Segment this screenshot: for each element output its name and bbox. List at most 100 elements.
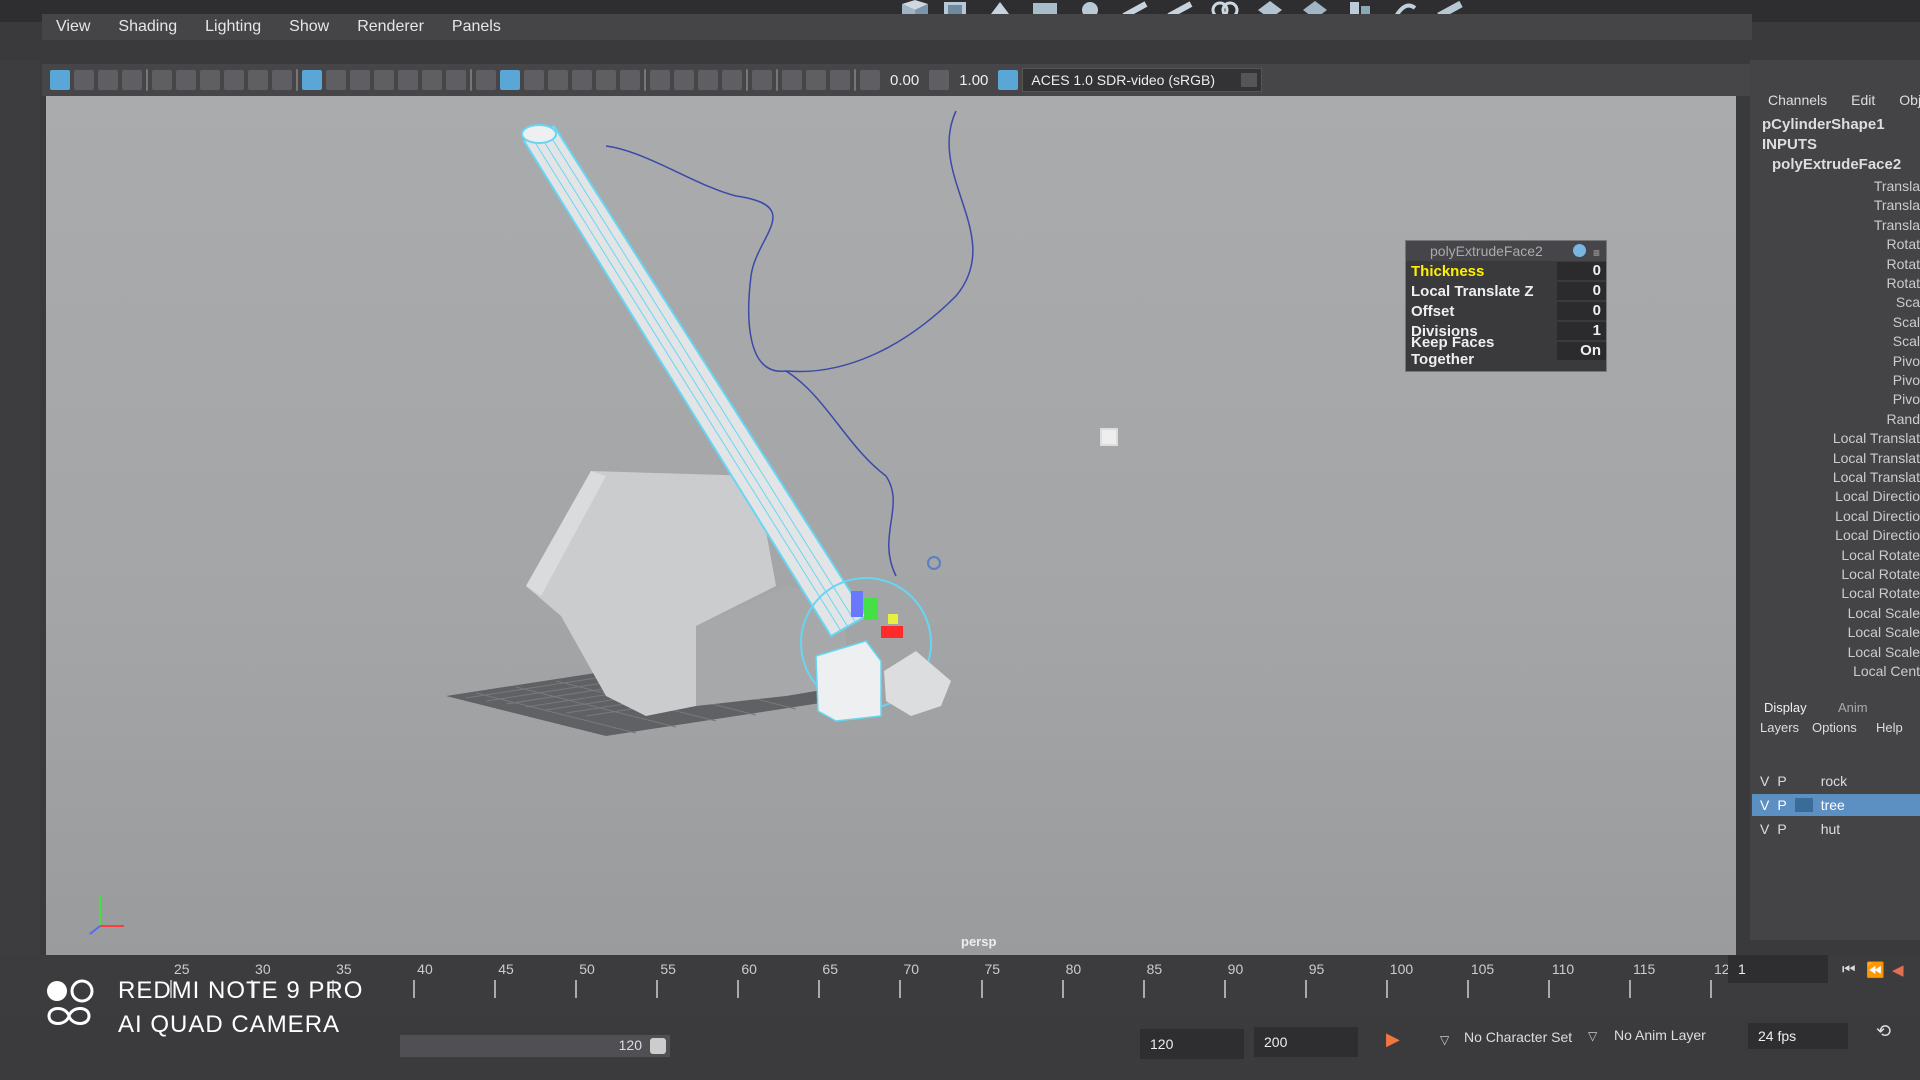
- menu-panels[interactable]: Panels: [452, 18, 501, 36]
- range-slider-handle[interactable]: [650, 1038, 666, 1054]
- manipulator-x-handle[interactable]: [881, 626, 903, 638]
- safe-title-icon[interactable]: [446, 70, 466, 90]
- menu-show[interactable]: Show: [289, 18, 329, 36]
- hud-value[interactable]: 0: [1557, 302, 1606, 320]
- resolution-gate-icon[interactable]: [350, 70, 370, 90]
- fps-dropdown[interactable]: 24 fps: [1748, 1023, 1848, 1049]
- xray-icon[interactable]: [782, 70, 802, 90]
- channel-attribute[interactable]: Local Translat: [1833, 430, 1920, 446]
- manipulator-y-handle[interactable]: [864, 598, 878, 620]
- hud-row-offset[interactable]: Offset 0: [1406, 301, 1606, 321]
- layer-name[interactable]: rock: [1821, 773, 1847, 789]
- layer-row-rock[interactable]: V P rock: [1752, 770, 1920, 792]
- channel-attribute[interactable]: Pivo: [1893, 353, 1920, 369]
- channel-attribute[interactable]: Pivo: [1893, 391, 1920, 407]
- channel-attribute[interactable]: Pivo: [1893, 372, 1920, 388]
- channel-attribute[interactable]: Sca: [1896, 294, 1920, 310]
- hud-value[interactable]: On: [1557, 342, 1606, 360]
- manipulator-center-handle[interactable]: [888, 614, 898, 624]
- bookmark-flag-icon[interactable]: [224, 70, 244, 90]
- layer-row-tree[interactable]: V P tree: [1752, 794, 1920, 816]
- playback-end-field[interactable]: 120: [1140, 1029, 1244, 1059]
- hud-value[interactable]: 0: [1557, 262, 1606, 280]
- layer-playback-toggle[interactable]: P: [1777, 797, 1786, 813]
- layer-visibility-toggle[interactable]: V: [1760, 797, 1769, 813]
- channel-attribute[interactable]: Local Rotate: [1841, 566, 1920, 582]
- range-slider[interactable]: 120: [400, 1035, 670, 1057]
- channel-attribute[interactable]: Local Scale: [1848, 624, 1920, 640]
- camera-lock-icon[interactable]: [176, 70, 196, 90]
- wireframe-on-shaded-icon[interactable]: [548, 70, 568, 90]
- xray-joints-icon[interactable]: [830, 70, 850, 90]
- viewport-persp[interactable]: persp: [46, 96, 1736, 956]
- field-chart-icon[interactable]: [398, 70, 418, 90]
- settings-icon[interactable]: [1573, 244, 1586, 257]
- shadows-icon[interactable]: [620, 70, 640, 90]
- menu-shading[interactable]: Shading: [118, 18, 177, 36]
- current-frame-field[interactable]: 1: [1728, 955, 1828, 983]
- layer-name[interactable]: hut: [1821, 821, 1840, 837]
- tab-display[interactable]: Display: [1764, 700, 1807, 715]
- exposure-icon[interactable]: [860, 70, 880, 90]
- exposure-value[interactable]: 0.00: [884, 72, 925, 89]
- manipulator-z-handle[interactable]: [851, 591, 863, 617]
- menu-icon[interactable]: ≡: [1593, 243, 1600, 263]
- layer-playback-toggle[interactable]: P: [1777, 773, 1786, 789]
- xray-active-icon[interactable]: [806, 70, 826, 90]
- color-space-dropdown[interactable]: ACES 1.0 SDR-video (sRGB): [1022, 68, 1263, 92]
- go-to-start-icon[interactable]: ⏮: [1842, 961, 1856, 978]
- layer-visibility-toggle[interactable]: V: [1760, 821, 1769, 837]
- loop-icon[interactable]: ⟲: [1876, 1021, 1891, 1042]
- wireframe-icon[interactable]: [476, 70, 496, 90]
- view-transform-icon[interactable]: [998, 70, 1019, 90]
- character-set-dropdown[interactable]: No Character Set: [1464, 1029, 1572, 1045]
- depth-of-field-icon[interactable]: [722, 70, 742, 90]
- channel-attribute[interactable]: Local Directio: [1835, 488, 1920, 504]
- layer-playback-toggle[interactable]: P: [1777, 821, 1786, 837]
- step-back-icon[interactable]: ⏪: [1866, 961, 1885, 979]
- channel-attribute[interactable]: Local Directio: [1835, 508, 1920, 524]
- default-material-icon[interactable]: [524, 70, 544, 90]
- chevron-down-icon[interactable]: [1241, 73, 1258, 87]
- grid-icon[interactable]: [302, 70, 322, 90]
- camera-sequence-icon[interactable]: [200, 70, 220, 90]
- ambient-occlusion-icon[interactable]: [650, 70, 670, 90]
- safe-action-icon[interactable]: [422, 70, 442, 90]
- gamma-icon[interactable]: [929, 70, 950, 90]
- gate-mask-icon[interactable]: [374, 70, 394, 90]
- anti-aliasing-icon[interactable]: [698, 70, 718, 90]
- menu-channels[interactable]: Channels: [1768, 92, 1827, 108]
- channel-attribute[interactable]: Rotat: [1887, 275, 1920, 291]
- menu-edit[interactable]: Edit: [1851, 92, 1875, 108]
- lights-icon[interactable]: [596, 70, 616, 90]
- input-node-name[interactable]: polyExtrudeFace2: [1772, 156, 1901, 173]
- channel-attribute[interactable]: Transla: [1874, 197, 1920, 213]
- channel-attribute[interactable]: Local Directio: [1835, 527, 1920, 543]
- camera-icon[interactable]: [152, 70, 172, 90]
- menu-object[interactable]: Objec: [1899, 92, 1920, 108]
- play-back-icon[interactable]: ◀: [1892, 961, 1904, 979]
- channel-attribute[interactable]: Local Scale: [1848, 644, 1920, 660]
- layer-visibility-toggle[interactable]: V: [1760, 773, 1769, 789]
- chevron-down-icon[interactable]: ▽: [1588, 1029, 1597, 1043]
- menu-options[interactable]: Options: [1812, 720, 1857, 735]
- in-view-editor[interactable]: polyExtrudeFace2 ≡ Thickness 0 Local Tran…: [1405, 240, 1607, 372]
- menu-renderer[interactable]: Renderer: [357, 18, 424, 36]
- channel-attribute[interactable]: Scal: [1893, 333, 1920, 349]
- hud-row-keep-faces-together[interactable]: Keep Faces Together On: [1406, 334, 1606, 368]
- channel-attribute[interactable]: Local Rotate: [1841, 585, 1920, 601]
- channel-attribute[interactable]: Transla: [1874, 217, 1920, 233]
- channel-attribute[interactable]: Local Translat: [1833, 450, 1920, 466]
- channel-attribute[interactable]: Local Scale: [1848, 605, 1920, 621]
- channel-attribute[interactable]: Scal: [1893, 314, 1920, 330]
- channel-attribute[interactable]: Local Cent: [1853, 663, 1920, 679]
- channel-attribute[interactable]: Transla: [1874, 178, 1920, 194]
- shape-node-name[interactable]: pCylinderShape1: [1762, 116, 1885, 133]
- hud-row-thickness[interactable]: Thickness 0: [1406, 261, 1606, 281]
- channel-attribute[interactable]: Local Translat: [1833, 469, 1920, 485]
- menu-help[interactable]: Help: [1876, 720, 1903, 735]
- animation-end-field[interactable]: 200: [1254, 1027, 1358, 1057]
- isolate-select-icon[interactable]: [752, 70, 772, 90]
- smooth-shade-icon[interactable]: [500, 70, 520, 90]
- layer-name[interactable]: tree: [1821, 797, 1845, 813]
